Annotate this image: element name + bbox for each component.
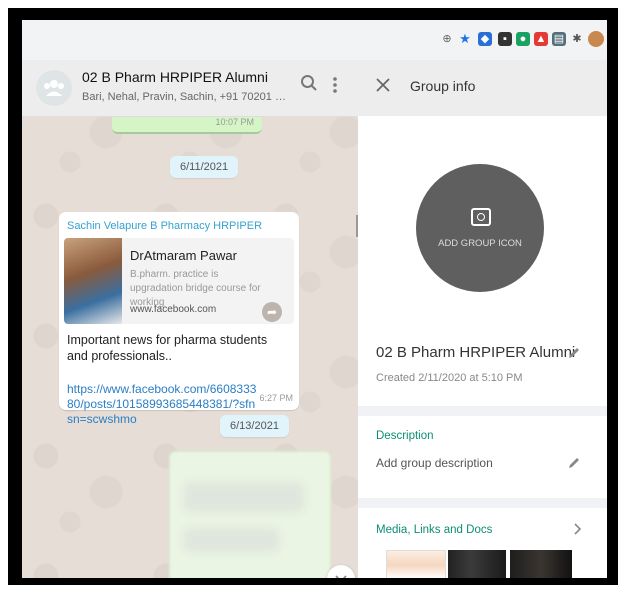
browser-toolbar: ⊕ ★ ◆ ▪ ● ▲ ▤ ✱ [22,20,607,61]
pencil-icon[interactable] [567,456,581,474]
extension-icon[interactable]: ◆ [478,32,492,46]
search-icon[interactable] [300,74,318,97]
media-thumbnail[interactable] [386,550,446,578]
zoom-icon[interactable]: ⊕ [440,32,454,46]
blurred-message [169,451,331,578]
add-group-icon-label: ADD GROUP ICON [438,238,522,249]
message-time: 10:07 PM [215,117,254,127]
message-time: 6:27 PM [259,393,293,403]
link-preview-url: www.facebook.com [130,304,217,315]
message-bubble: 10:07 PM [112,116,262,134]
extension-icon[interactable]: ▤ [552,32,566,46]
extension-icon[interactable]: ▲ [534,32,548,46]
chat-header[interactable]: 02 B Pharm HRPIPER Alumni Bari, Nehal, P… [22,60,358,117]
message-text: Important news for pharma students and p… [67,333,268,363]
group-avatar[interactable] [36,70,72,106]
link-preview-thumbnail [64,238,122,324]
media-section[interactable]: Media, Links and Docs [358,508,607,578]
group-name: 02 B Pharm HRPIPER Alumni [376,344,576,361]
browser-window: ⊕ ★ ◆ ▪ ● ▲ ▤ ✱ 10:07 PM 02 B Pharm HRPI… [22,20,607,578]
chevron-right-icon[interactable] [574,522,582,538]
group-info-header: Group info [358,60,607,116]
pencil-icon[interactable] [567,346,581,364]
description-field[interactable]: Add group description [376,456,493,470]
media-thumbnail[interactable] [448,550,506,578]
close-icon[interactable] [376,74,390,98]
profile-avatar-icon[interactable] [588,31,604,47]
forward-icon[interactable]: ➦ [262,302,282,322]
extension-icon[interactable]: ● [516,32,530,46]
message-sender[interactable]: Sachin Velapure B Pharmacy HRPIPER [67,220,262,232]
star-icon[interactable]: ★ [458,32,472,46]
chat-participants[interactable]: Bari, Nehal, Pravin, Sachin, +91 70201 8… [82,91,292,103]
puzzle-icon[interactable]: ✱ [570,32,584,46]
group-info-panel: Group info ADD GROUP ICON 02 B Pharm HRP… [358,60,607,578]
media-label[interactable]: Media, Links and Docs [376,524,492,536]
date-separator: 6/13/2021 [220,415,289,437]
group-profile-section: ADD GROUP ICON 02 B Pharm HRPIPER Alumni… [358,116,607,406]
chat-title[interactable]: 02 B Pharm HRPIPER Alumni [82,69,268,85]
link-preview-title: DrAtmaram Pawar [130,248,237,263]
menu-icon[interactable] [332,76,338,94]
add-group-icon-button[interactable]: ADD GROUP ICON [416,164,544,292]
link-preview[interactable]: DrAtmaram Pawar B.pharm. practice is upg… [64,238,294,324]
group-icon [44,80,64,96]
extension-icon[interactable]: ▪ [498,32,512,46]
camera-icon [471,208,491,226]
group-info-title: Group info [410,78,476,94]
chat-pane: 10:07 PM 02 B Pharm HRPIPER Alumni Bari,… [22,60,358,578]
media-thumbnail[interactable] [510,550,572,578]
description-section: Description Add group description [358,416,607,498]
group-created-date: Created 2/11/2020 at 5:10 PM [376,372,523,384]
description-label: Description [376,430,434,442]
date-separator: 6/11/2021 [170,156,239,178]
